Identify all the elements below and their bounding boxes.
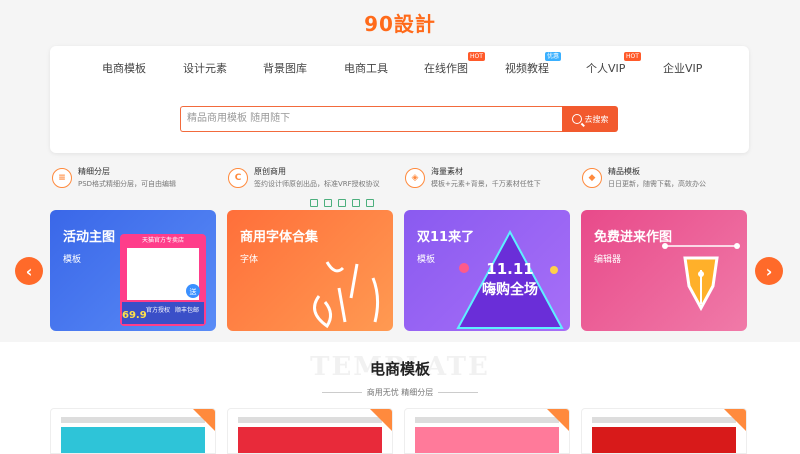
template-thumbnail[interactable] bbox=[50, 408, 216, 454]
shipping-tag: 顺丰包邮 bbox=[175, 306, 199, 314]
card-font-collection[interactable]: 商用字体合集 字体 bbox=[227, 210, 393, 331]
store-banner: 天猫官方专卖店 bbox=[142, 236, 184, 244]
save-icon[interactable] bbox=[310, 198, 318, 207]
settings-icon[interactable] bbox=[366, 198, 374, 207]
card-free-editor[interactable]: 免费进来作图 编辑器 bbox=[581, 210, 747, 331]
expand-icon[interactable] bbox=[324, 198, 332, 207]
carousel-next-button[interactable]: › bbox=[755, 257, 783, 285]
copyright-icon: C bbox=[228, 168, 248, 188]
search-button[interactable]: 去搜索 bbox=[562, 106, 618, 132]
card-activity-main-image[interactable]: 活动主图 模板 送 天猫官方专卖店 69.9 官方授权 顺丰包邮 bbox=[50, 210, 216, 331]
nav-item-backgrounds[interactable]: 背景图库 bbox=[263, 60, 307, 76]
chevron-left-icon: ‹ bbox=[25, 261, 33, 281]
nav-item-video-tutorials[interactable]: 视频教程 优惠 bbox=[505, 52, 562, 76]
nav-item-online-design[interactable]: 在线作图 HOT bbox=[424, 52, 485, 76]
official-tag: 官方授权 bbox=[146, 306, 170, 314]
logo-text: 90設計 bbox=[364, 11, 436, 36]
main-nav: 电商模板 设计元素 背景图库 电商工具 在线作图 HOT 视频教程 优惠 个人VIP… bbox=[50, 52, 749, 80]
pen-tool-icon bbox=[662, 243, 740, 312]
image-icon[interactable] bbox=[338, 198, 346, 207]
hot-badge: HOT bbox=[468, 52, 485, 61]
cube-icon: ◈ bbox=[405, 168, 425, 188]
price-label: 69.9 bbox=[122, 310, 147, 321]
double-eleven-illustration: 11.11 嗨购全场 bbox=[456, 229, 564, 329]
template-thumbnail[interactable] bbox=[581, 408, 747, 454]
nav-item-personal-vip[interactable]: 个人VIP HOT bbox=[586, 52, 641, 76]
section-title: 电商模板 bbox=[369, 360, 430, 378]
search-icon bbox=[571, 114, 582, 124]
divider bbox=[438, 392, 478, 393]
discount-badge: 优惠 bbox=[545, 52, 562, 61]
card-activity-illustration: 送 天猫官方专卖店 69.9 官方授权 顺丰包邮 bbox=[120, 234, 206, 326]
edit-icon[interactable] bbox=[352, 198, 360, 207]
search-input[interactable]: 精品商用模板 随用随下 bbox=[180, 106, 563, 132]
nav-item-ecommerce-templates[interactable]: 电商模板 bbox=[102, 60, 146, 76]
card-toolbar bbox=[310, 197, 392, 208]
sale-slogan: 嗨购全场 bbox=[482, 281, 538, 298]
hot-badge: HOT bbox=[624, 52, 641, 61]
carousel-prev-button[interactable]: ‹ bbox=[15, 257, 43, 285]
nav-item-enterprise-vip[interactable]: 企业VIP bbox=[663, 60, 702, 76]
template-thumbnail[interactable] bbox=[404, 408, 570, 454]
ecommerce-template-section: TEMPLATE 电商模板 商用无忧 精细分层 bbox=[0, 342, 800, 454]
layers-icon: ≡ bbox=[52, 168, 72, 188]
diamond-icon: ◆ bbox=[582, 168, 602, 188]
search-card: 电商模板 设计元素 背景图库 电商工具 在线作图 HOT 视频教程 优惠 个人VIP… bbox=[50, 46, 749, 153]
nav-item-ecommerce-tools[interactable]: 电商工具 bbox=[344, 60, 388, 76]
gift-label: 送 bbox=[190, 287, 197, 296]
template-thumbnail[interactable] bbox=[227, 408, 393, 454]
chevron-right-icon: › bbox=[765, 261, 773, 281]
logo[interactable]: 90設計 bbox=[360, 8, 440, 36]
nav-item-design-elements[interactable]: 设计元素 bbox=[183, 60, 227, 76]
section-subtitle: 商用无忧 精细分层 bbox=[366, 388, 434, 397]
card-double-eleven[interactable]: 双11来了 模板 11.11 嗨购全场 bbox=[404, 210, 570, 331]
sale-date-label: 11.11 bbox=[486, 260, 533, 278]
calligraphy-illustration bbox=[313, 261, 380, 329]
